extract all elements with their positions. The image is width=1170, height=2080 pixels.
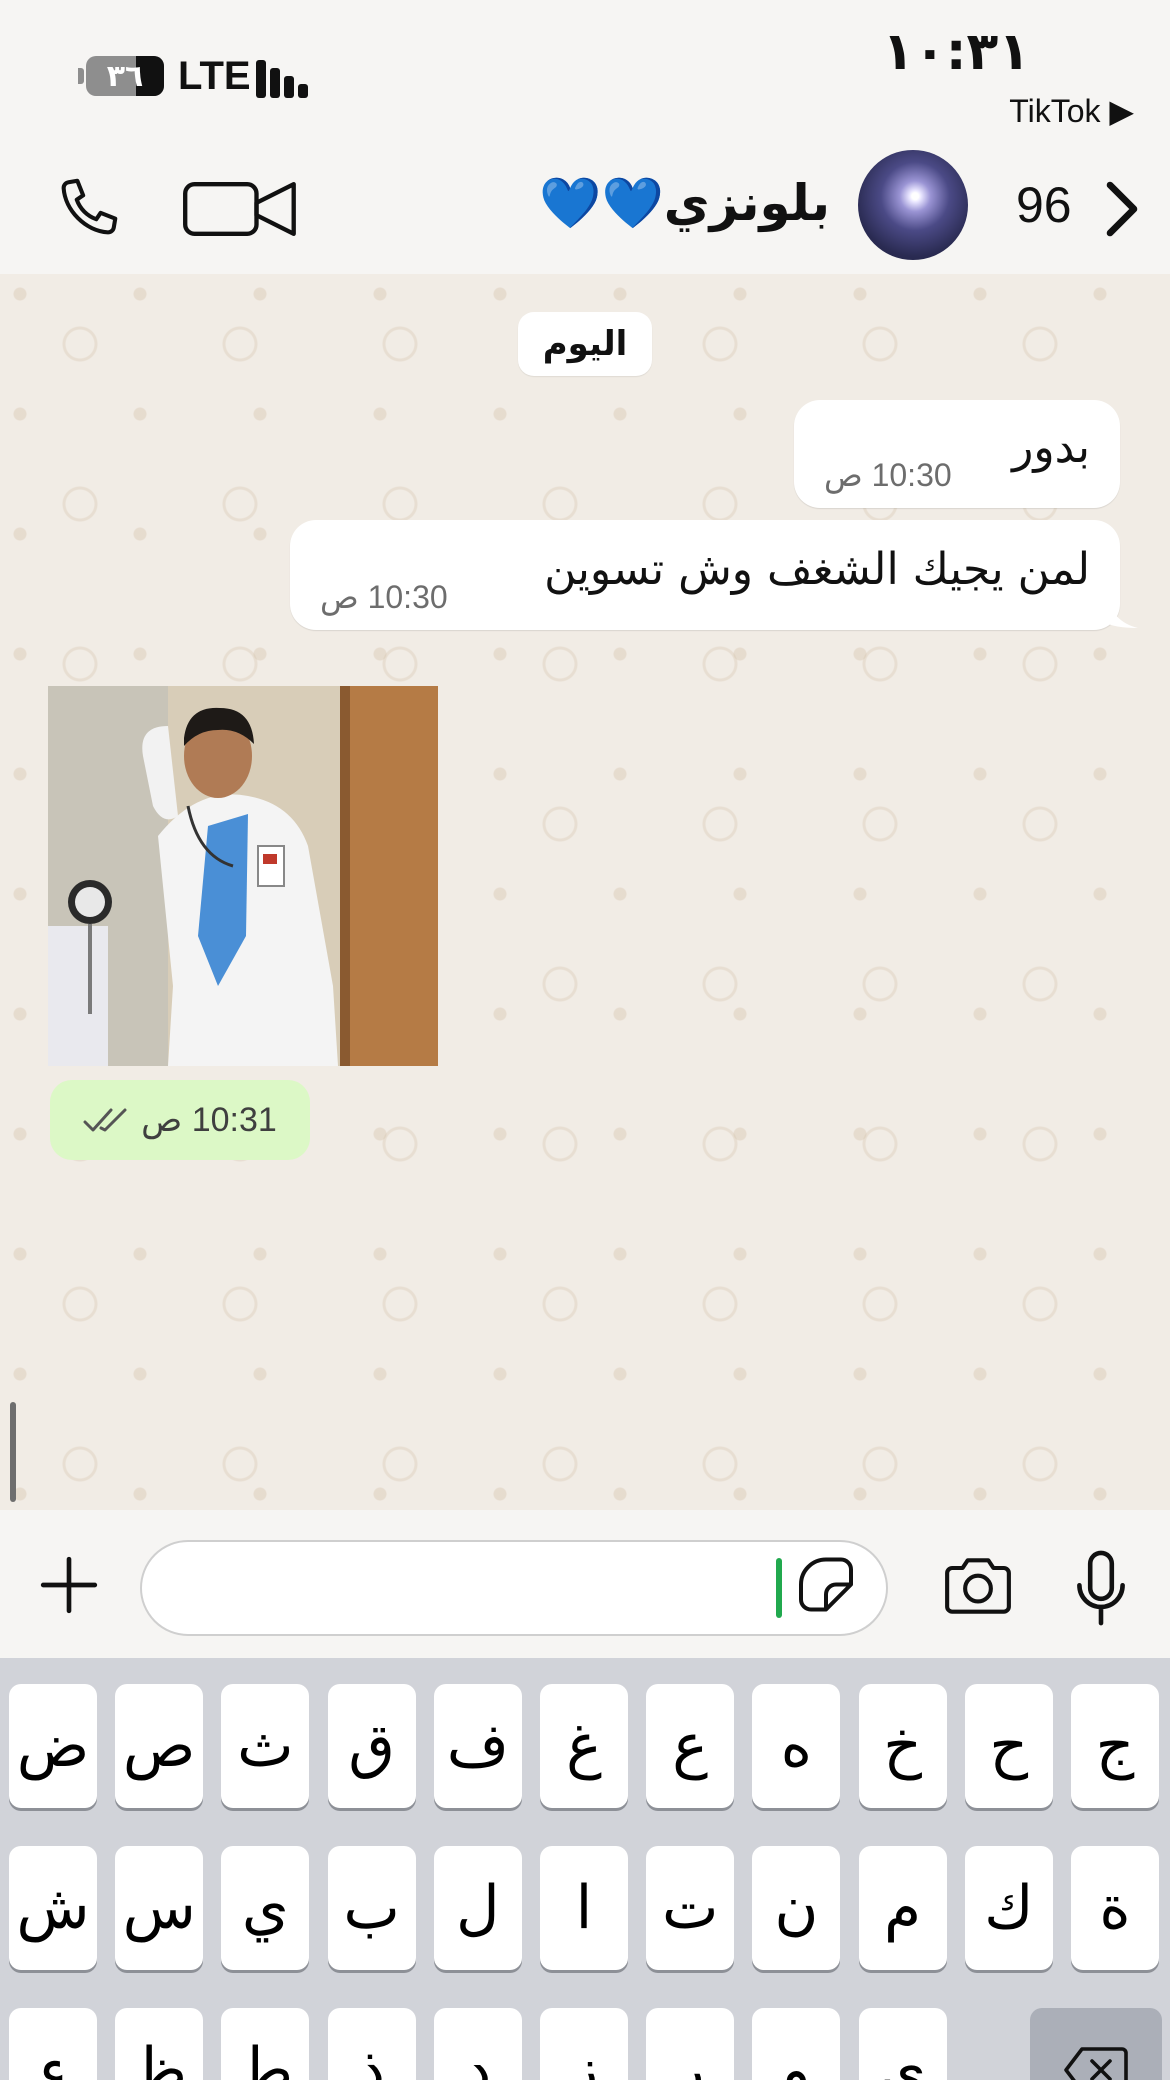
key[interactable]: غ bbox=[540, 1684, 628, 1808]
key[interactable]: ا bbox=[540, 1846, 628, 1970]
battery-tip bbox=[78, 68, 84, 84]
key[interactable]: ة bbox=[1071, 1846, 1159, 1970]
camera-icon[interactable] bbox=[942, 1554, 1014, 1618]
status-bar: ٣٦ LTE ١٠:٣١ TikTok ▶ bbox=[0, 0, 1170, 150]
key[interactable]: ن bbox=[752, 1846, 841, 1970]
double-check-icon bbox=[83, 1108, 127, 1132]
image-message-time: 10:31 ص bbox=[141, 1101, 277, 1139]
contact-avatar[interactable] bbox=[858, 150, 968, 260]
back-chevron-icon[interactable] bbox=[1104, 178, 1140, 240]
key[interactable]: و bbox=[752, 2008, 841, 2080]
key[interactable]: خ bbox=[858, 1684, 947, 1808]
video-camera-icon[interactable] bbox=[182, 178, 300, 240]
key[interactable]: ل bbox=[433, 1846, 522, 1970]
chat-header: بلونزي💙💙 96 bbox=[0, 150, 1170, 274]
image-message-meta: 10:31 ص bbox=[50, 1080, 310, 1160]
key[interactable]: ف bbox=[433, 1684, 522, 1808]
signal-icon bbox=[256, 58, 318, 98]
key[interactable]: ظ bbox=[115, 2008, 204, 2080]
battery-percent: ٣٦ bbox=[106, 58, 144, 94]
key[interactable]: ض bbox=[9, 1684, 97, 1808]
key[interactable]: ء bbox=[9, 2008, 97, 2080]
key[interactable]: ع bbox=[646, 1684, 735, 1808]
message-time: 10:30 ص bbox=[320, 579, 448, 615]
status-time: ١٠:٣١ bbox=[882, 22, 1030, 82]
message-bubble[interactable]: بدور 10:30 ص bbox=[794, 400, 1120, 508]
key[interactable]: ح bbox=[964, 1684, 1053, 1808]
key[interactable]: ب bbox=[327, 1846, 416, 1970]
image-message[interactable] bbox=[48, 686, 438, 1066]
contact-name[interactable]: بلونزي💙💙 bbox=[539, 174, 830, 233]
key[interactable]: ك bbox=[964, 1846, 1053, 1970]
message-text: بدور bbox=[1012, 422, 1090, 473]
microphone-icon[interactable] bbox=[1074, 1550, 1128, 1626]
battery-icon: ٣٦ bbox=[86, 56, 164, 96]
bubble-tail bbox=[1104, 592, 1138, 628]
key[interactable]: ى bbox=[858, 2008, 947, 2080]
key[interactable]: ط bbox=[221, 2008, 310, 2080]
network-type: LTE bbox=[178, 54, 251, 98]
date-separator: اليوم bbox=[518, 312, 652, 376]
plus-icon[interactable] bbox=[38, 1554, 100, 1616]
key[interactable]: م bbox=[858, 1846, 947, 1970]
key[interactable]: ش bbox=[9, 1846, 97, 1970]
key[interactable]: ه bbox=[752, 1684, 841, 1808]
key[interactable]: ر bbox=[646, 2008, 735, 2080]
key[interactable]: ي bbox=[221, 1846, 310, 1970]
scroll-indicator[interactable] bbox=[10, 1402, 16, 1502]
key[interactable]: ت bbox=[646, 1846, 735, 1970]
key[interactable]: د bbox=[433, 2008, 522, 2080]
backspace-icon bbox=[1064, 2047, 1128, 2080]
back-to-app-link[interactable]: TikTok ▶ bbox=[1009, 92, 1134, 130]
message-bubble[interactable]: لمن يجيك الشغف وش تسوين 10:30 ص bbox=[290, 520, 1120, 630]
backspace-key[interactable] bbox=[1030, 2008, 1162, 2080]
input-bar bbox=[0, 1510, 1170, 1658]
phone-icon[interactable] bbox=[54, 172, 124, 242]
chat-area[interactable]: اليوم بدور 10:30 ص لمن يجيك الشغف وش تسو… bbox=[0, 274, 1170, 1510]
message-time: 10:30 ص bbox=[824, 457, 952, 493]
keyboard: ضصثقفغعهخحج شسيبلاتنمكة ءظطذدزروى bbox=[0, 1658, 1170, 2080]
key[interactable]: ز bbox=[540, 2008, 628, 2080]
key[interactable]: ذ bbox=[327, 2008, 416, 2080]
key[interactable]: س bbox=[115, 1846, 204, 1970]
key[interactable]: ث bbox=[221, 1684, 310, 1808]
key[interactable]: ق bbox=[327, 1684, 416, 1808]
key[interactable]: ج bbox=[1071, 1684, 1159, 1808]
sticker-icon[interactable] bbox=[796, 1554, 856, 1620]
text-cursor bbox=[776, 1558, 782, 1618]
key[interactable]: ص bbox=[115, 1684, 204, 1808]
message-text: لمن يجيك الشغف وش تسوين bbox=[544, 544, 1090, 595]
unread-count[interactable]: 96 bbox=[1016, 176, 1072, 234]
